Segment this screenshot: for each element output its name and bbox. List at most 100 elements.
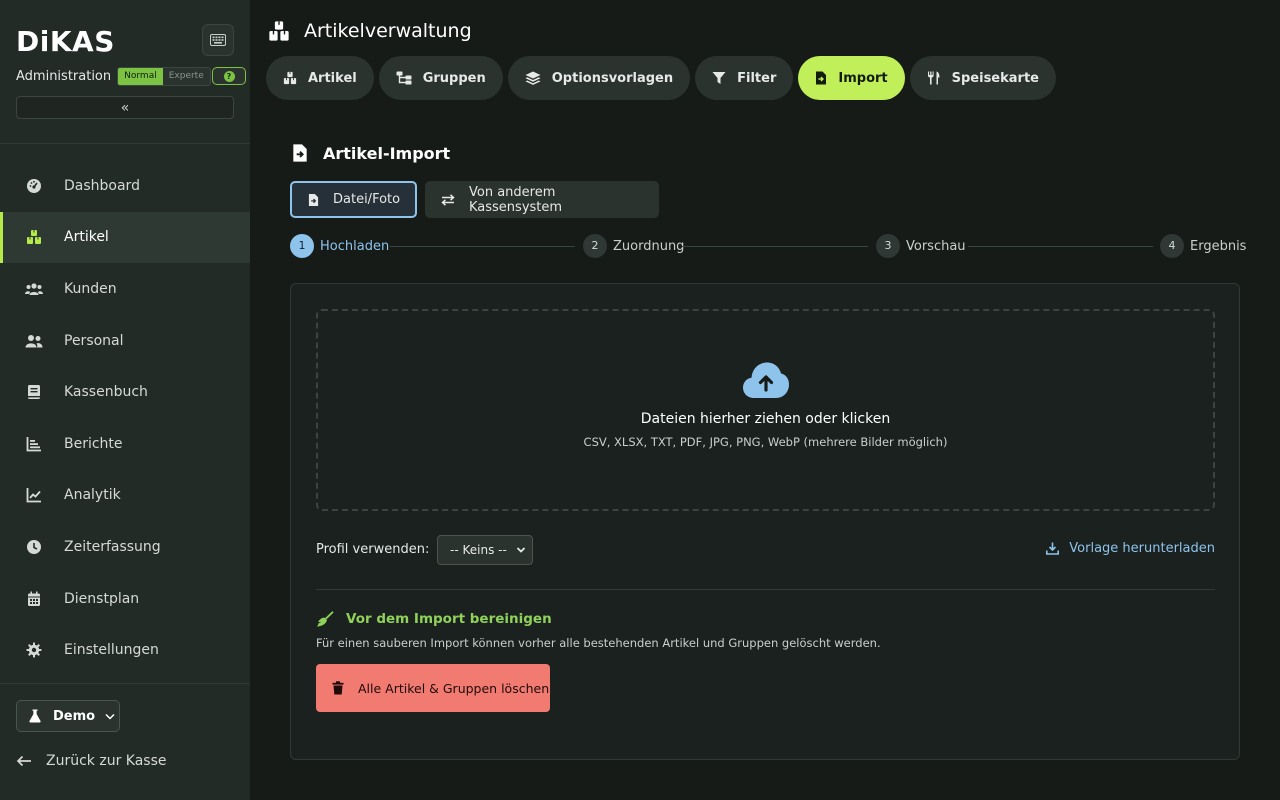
- tab-gruppen[interactable]: Gruppen: [378, 56, 503, 100]
- import-stepper: 1 Hochladen 2 Zuordnung 3 Vorschau 4 Erg…: [290, 234, 1246, 258]
- tab-speisekarte[interactable]: Speisekarte: [909, 56, 1056, 100]
- step-label: Vorschau: [906, 238, 966, 254]
- source-file-label: Datei/Foto: [333, 192, 401, 207]
- sidebar-item-kassenbuch[interactable]: Kassenbuch: [0, 366, 250, 418]
- utensils-icon: [927, 71, 941, 85]
- profile-select-value: -- Keins --: [450, 543, 507, 557]
- sidebar-nav: Dashboard Artikel Kunden Personal Kassen…: [0, 160, 250, 676]
- file-import-icon: [815, 71, 827, 85]
- step-connector: [390, 246, 575, 247]
- sidebar-item-zeiterfassung[interactable]: Zeiterfassung: [0, 521, 250, 573]
- keyboard-button[interactable]: [202, 24, 234, 56]
- sidebar-item-label: Einstellungen: [64, 642, 159, 659]
- sidebar-item-einstellungen[interactable]: Einstellungen: [0, 624, 250, 676]
- sidebar-item-label: Berichte: [64, 435, 123, 452]
- step-connector: [682, 246, 868, 247]
- double-chevron-left-icon: «: [120, 99, 130, 116]
- sidebar-item-kunden[interactable]: Kunden: [0, 263, 250, 315]
- profile-select[interactable]: -- Keins --: [437, 535, 533, 565]
- dropzone-title: Dateien hierher ziehen oder klicken: [640, 411, 891, 427]
- sidebar-item-berichte[interactable]: Berichte: [0, 418, 250, 470]
- source-file-button[interactable]: Datei/Foto: [290, 181, 417, 218]
- dashboard-icon: [24, 176, 44, 196]
- sidebar-item-dienstplan[interactable]: Dienstplan: [0, 573, 250, 625]
- tab-label: Import: [838, 70, 888, 86]
- cloud-upload-icon: [742, 362, 789, 398]
- step-number: 1: [290, 234, 314, 258]
- download-icon: [1046, 542, 1060, 555]
- help-button[interactable]: ?: [212, 67, 246, 85]
- mode-normal-option[interactable]: Normal: [118, 67, 163, 85]
- source-other-label: Von anderem Kassensystem: [469, 184, 563, 215]
- step-label: Ergebnis: [1190, 238, 1247, 254]
- sidebar-item-personal[interactable]: Personal: [0, 315, 250, 367]
- tab-bar: Artikel Gruppen Optionsvorlagen Filter I…: [266, 56, 1056, 100]
- download-template-link[interactable]: Vorlage herunterladen: [1046, 541, 1215, 556]
- cleanup-title: Vor dem Import bereinigen: [316, 611, 552, 627]
- profile-label: Profil verwenden:: [316, 542, 430, 557]
- book-icon: [24, 382, 44, 402]
- sidebar-item-label: Kassenbuch: [64, 384, 148, 401]
- page-title: Artikelverwaltung: [304, 20, 472, 42]
- gear-icon: [24, 640, 44, 660]
- chevron-down-icon: [516, 547, 526, 553]
- source-other-pos-button[interactable]: Von anderem Kassensystem: [425, 181, 659, 218]
- mode-toggle[interactable]: Normal Experte: [117, 66, 211, 86]
- step-upload: 1 Hochladen: [290, 234, 389, 258]
- sidebar-divider: [0, 143, 250, 144]
- sidebar-item-label: Dienstplan: [64, 590, 140, 607]
- sidebar-item-label: Zeiterfassung: [64, 538, 161, 555]
- artikel-icon: [283, 71, 297, 85]
- keyboard-icon: [210, 34, 226, 46]
- arrow-left-icon: [16, 755, 31, 767]
- app-logo: DiKAS: [16, 25, 115, 58]
- sidebar-item-analytik[interactable]: Analytik: [0, 470, 250, 522]
- file-import-icon: [308, 193, 319, 207]
- tab-artikel[interactable]: Artikel: [266, 56, 374, 100]
- step-label: Zuordnung: [613, 238, 685, 254]
- sidebar: DiKAS Administration Normal Experte ? « …: [0, 0, 250, 800]
- file-import-icon: [292, 143, 308, 163]
- sidebar-item-dashboard[interactable]: Dashboard: [0, 160, 250, 212]
- tab-filter[interactable]: Filter: [695, 56, 794, 100]
- layers-icon: [525, 71, 541, 85]
- mode-expert-option[interactable]: Experte: [162, 67, 210, 85]
- step-number: 4: [1160, 234, 1184, 258]
- sidebar-item-label: Dashboard: [64, 177, 140, 194]
- step-connector: [968, 246, 1153, 247]
- admin-label: Administration: [16, 68, 112, 84]
- step-mapping: 2 Zuordnung: [583, 234, 684, 258]
- sidebar-item-artikel[interactable]: Artikel: [0, 211, 250, 264]
- back-label: Zurück zur Kasse: [46, 753, 167, 769]
- import-card: Dateien hierher ziehen oder klicken CSV,…: [290, 283, 1240, 760]
- demo-environment-button[interactable]: Demo: [16, 700, 120, 732]
- file-dropzone[interactable]: Dateien hierher ziehen oder klicken CSV,…: [316, 309, 1215, 511]
- cleanup-description: Für einen sauberen Import können vorher …: [316, 636, 881, 650]
- demo-label: Demo: [53, 708, 96, 724]
- card-divider: [316, 589, 1215, 590]
- personal-icon: [24, 331, 44, 351]
- tab-label: Filter: [737, 70, 777, 86]
- page-header: Artikelverwaltung: [268, 18, 472, 44]
- arrows-exchange-icon: [441, 193, 455, 206]
- trash-icon: [332, 681, 344, 695]
- artikel-icon: [24, 227, 44, 247]
- flask-icon: [29, 709, 41, 723]
- users-icon: [24, 279, 44, 299]
- step-number: 2: [583, 234, 607, 258]
- delete-all-articles-button[interactable]: Alle Artikel & Gruppen löschen: [316, 664, 550, 712]
- tree-icon: [396, 71, 412, 85]
- admin-row: Administration Normal Experte: [16, 66, 211, 86]
- sidebar-item-label: Analytik: [64, 487, 121, 504]
- tab-optionsvorlagen[interactable]: Optionsvorlagen: [507, 56, 691, 100]
- chevron-down-icon: [105, 713, 115, 720]
- collapse-sidebar-button[interactable]: «: [16, 96, 234, 119]
- bar-chart-icon: [24, 434, 44, 454]
- tab-import[interactable]: Import: [798, 56, 905, 100]
- step-number: 3: [876, 234, 900, 258]
- line-chart-icon: [24, 485, 44, 505]
- back-to-pos-link[interactable]: Zurück zur Kasse: [16, 750, 167, 772]
- sidebar-divider: [0, 683, 250, 684]
- tab-label: Optionsvorlagen: [551, 70, 674, 86]
- step-preview: 3 Vorschau: [876, 234, 966, 258]
